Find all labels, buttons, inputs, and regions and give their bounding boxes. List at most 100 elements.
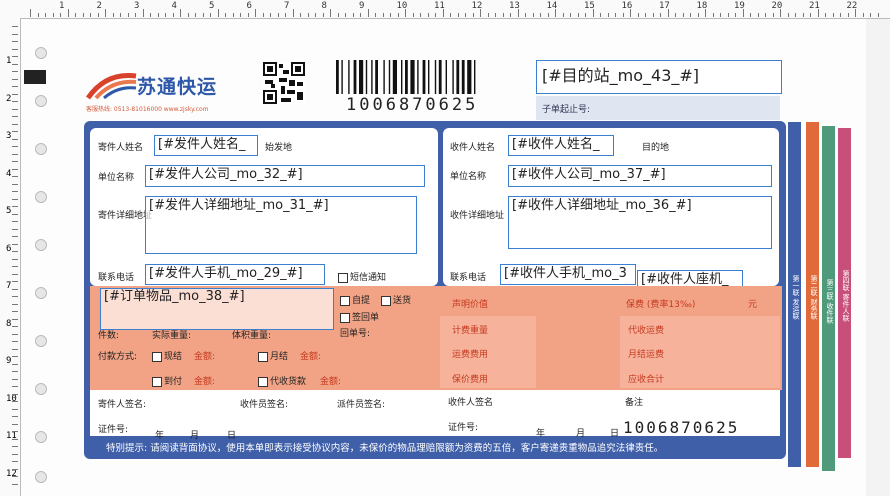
- monthly-checkbox[interactable]: [258, 351, 268, 362]
- barcode-bar: [422, 60, 426, 94]
- ruler-tick: [12, 341, 18, 342]
- ruler-tick: [487, 13, 489, 17]
- ruler-tick: [337, 13, 339, 17]
- cod-amount-label: 金额:: [320, 377, 342, 387]
- receiver-address-field[interactable]: [#收件人详细地址_mo_36_#]: [508, 196, 772, 249]
- ruler-tick: [525, 13, 526, 17]
- ruler-tick: [442, 9, 444, 17]
- ruler-tick: [765, 13, 766, 17]
- ruler-tick: [772, 13, 774, 17]
- collect-checkbox[interactable]: [152, 376, 162, 387]
- collect-label: 到付: [164, 377, 183, 387]
- receiver-name-label: 收件人姓名: [450, 143, 496, 153]
- monthly-fee-label: 月结运费: [628, 350, 665, 360]
- sms-checkbox[interactable]: [338, 272, 348, 283]
- ruler-tick: [12, 63, 18, 65]
- sender-company-field[interactable]: [#发件人公司_mo_32_#]: [145, 165, 425, 187]
- ruler-tick: [345, 13, 346, 17]
- ruler-tick: [600, 13, 601, 17]
- ruler-tick: [232, 13, 234, 17]
- receiver-company-field[interactable]: [#收件人公司_mo_37_#]: [508, 165, 772, 187]
- ruler-tick: [517, 9, 519, 17]
- ruler-tick: [12, 108, 18, 110]
- ruler-tick: [12, 198, 18, 200]
- ruler-tick: [12, 401, 18, 402]
- ruler-tick: [180, 9, 181, 17]
- ruler-tick: [255, 9, 256, 17]
- ruler-tick: [12, 318, 18, 320]
- ruler-tick: [12, 423, 18, 425]
- ruler-number: 1: [6, 56, 12, 66]
- cash-checkbox[interactable]: [152, 351, 162, 362]
- ruler-tick: [465, 13, 466, 17]
- sign-return-option[interactable]: 签回单: [340, 310, 379, 323]
- barcode-bar: [359, 60, 364, 94]
- ruler-tick: [12, 461, 18, 462]
- ruler-tick: [12, 446, 18, 447]
- barcode-bar: [392, 60, 397, 94]
- ruler-tick: [12, 393, 18, 395]
- ruler-tick: [645, 13, 646, 17]
- receiver-phone-field[interactable]: [#收件人手机_mo_3: [500, 264, 636, 285]
- receiver-date-day: 日: [610, 429, 620, 439]
- collect-amount-label: 金额:: [194, 377, 216, 387]
- destination-station-field[interactable]: [#目的站_mo_43_#]: [536, 60, 782, 94]
- ruler-tick: [12, 71, 18, 72]
- ruler-tick: [12, 333, 18, 335]
- payment-collect[interactable]: 到付: [152, 374, 182, 387]
- ruler-tick: [510, 13, 511, 17]
- ruler-tick: [12, 281, 18, 282]
- declared-value-label: 声明价值: [452, 300, 489, 310]
- ruler-tick: [502, 13, 504, 17]
- payment-monthly[interactable]: 月结: [258, 349, 288, 362]
- sign-return-checkbox[interactable]: [340, 312, 350, 323]
- sign-return-label: 签回单: [352, 313, 380, 323]
- pickup-option[interactable]: 自提: [340, 293, 370, 306]
- ruler-tick: [720, 13, 721, 17]
- order-item-field[interactable]: [#订单物品_mo_38_#]: [100, 288, 334, 330]
- insurance-label: 保费 (费率13‰): [626, 300, 696, 310]
- barcode-bar: [438, 60, 442, 94]
- printer-mark: [24, 70, 46, 84]
- ruler-tick: [262, 13, 264, 17]
- ruler-tick: [322, 13, 324, 17]
- ruler-tick: [607, 13, 609, 17]
- ruler-tick: [382, 13, 384, 17]
- ruler-tick: [127, 13, 129, 17]
- ruler-tick: [12, 431, 18, 432]
- sms-notify[interactable]: 短信通知: [338, 270, 386, 283]
- receiver-company-label: 单位名称: [450, 172, 487, 182]
- payment-cod[interactable]: 代收货款: [258, 374, 306, 387]
- pickup-checkbox[interactable]: [340, 295, 350, 306]
- ruler-tick: [12, 468, 18, 470]
- ruler-tick: [12, 363, 18, 365]
- sender-phone-label: 联系电话: [98, 273, 135, 283]
- ruler-number: 9: [6, 356, 12, 366]
- ruler-tick: [360, 13, 361, 17]
- delivery-option[interactable]: 送货: [381, 293, 411, 306]
- receiver-name-field[interactable]: [#收件人姓名_: [508, 135, 614, 156]
- ruler-tick: [375, 13, 376, 17]
- sender-address-field[interactable]: [#发件人详细地址_mo_31_#]: [145, 196, 417, 254]
- sender-phone-field[interactable]: [#发件人手机_mo_29_#]: [145, 264, 325, 285]
- cod-checkbox[interactable]: [258, 376, 268, 387]
- ruler-number: 3: [6, 131, 12, 141]
- sender-name-field[interactable]: [#发件人姓名_: [154, 135, 258, 156]
- delivery-checkbox[interactable]: [381, 295, 391, 306]
- cash-label: 现结: [164, 352, 183, 362]
- ruler-number: 4: [171, 1, 177, 11]
- ruler-tick: [615, 13, 616, 17]
- ruler-tick: [12, 476, 18, 477]
- barcode-bar: [365, 60, 368, 94]
- ruler-tick: [12, 221, 18, 222]
- payment-cash[interactable]: 现结: [152, 349, 182, 362]
- ruler-tick: [12, 386, 18, 387]
- ruler-tick: [37, 13, 39, 17]
- ruler-tick: [210, 13, 211, 17]
- ruler-tick: [112, 13, 114, 17]
- ruler-tick: [810, 13, 811, 17]
- cod-label: 代收货款: [270, 377, 307, 387]
- insurance-yuan-label: 元: [748, 300, 758, 310]
- tractor-hole: [35, 287, 47, 299]
- pickup-label: 自提: [352, 296, 371, 306]
